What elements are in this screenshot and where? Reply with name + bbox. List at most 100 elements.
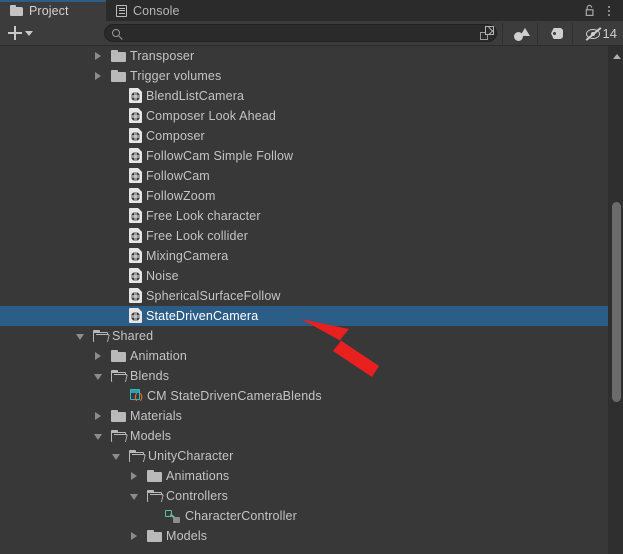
tree-row-label: Free Look collider	[146, 229, 249, 243]
tree-row[interactable]: BlendListCamera	[0, 86, 608, 106]
tree-row-label: MixingCamera	[146, 249, 229, 263]
toolbar-separator	[537, 23, 538, 44]
tree-row-label: Trigger volumes	[130, 69, 222, 83]
folder-open-icon	[111, 430, 128, 442]
tree-row-label: SphericalSurfaceFollow	[146, 289, 281, 303]
disclosure-triangle-closed-icon[interactable]	[95, 52, 101, 60]
disclosure-triangle-closed-icon[interactable]	[131, 532, 137, 540]
tree-row-label: FollowZoom	[146, 189, 216, 203]
tree-row-selected[interactable]: StateDrivenCamera	[0, 306, 608, 326]
tree-row-label: FollowCam Simple Follow	[146, 149, 294, 163]
tree-row[interactable]: Animations	[0, 466, 608, 486]
eye-off-icon	[585, 26, 602, 41]
tree-row[interactable]: Free Look character	[0, 206, 608, 226]
tab-strip: Project Console	[0, 0, 623, 21]
tree-row-label: UnityCharacter	[148, 449, 234, 463]
tree-row[interactable]: FollowZoom	[0, 186, 608, 206]
create-asset-button[interactable]	[5, 23, 41, 43]
folder-open-icon	[93, 330, 110, 342]
hidden-items-button[interactable]: 14	[585, 23, 621, 44]
tree-row[interactable]: Free Look collider	[0, 226, 608, 246]
tree-row-label: BlendListCamera	[146, 89, 245, 103]
chevron-down-icon	[25, 30, 33, 36]
unity-scene-icon	[129, 308, 142, 323]
tab-console-label: Console	[133, 3, 180, 18]
toolbar-separator	[572, 23, 573, 44]
toolbar-separator	[502, 23, 503, 44]
tree-row[interactable]: Models	[0, 426, 608, 446]
unity-scene-icon	[129, 148, 142, 163]
tree-row-label: Animation	[130, 349, 187, 363]
tree-row-label: Models	[130, 429, 172, 443]
disclosure-triangle-closed-icon[interactable]	[95, 352, 101, 360]
unity-scene-icon	[129, 128, 142, 143]
tree-row[interactable]: Animation	[0, 346, 608, 366]
unity-scene-icon	[129, 208, 142, 223]
unity-scene-icon	[129, 268, 142, 283]
disclosure-triangle-closed-icon[interactable]	[95, 412, 101, 420]
tree-row[interactable]: Noise	[0, 266, 608, 286]
tree-row-label: Animations	[166, 469, 230, 483]
open-padlock-icon[interactable]	[584, 4, 597, 17]
tree-row[interactable]: Controllers	[0, 486, 608, 506]
tree-row[interactable]: () CM StateDrivenCameraBlends	[0, 386, 608, 406]
kebab-menu-icon[interactable]	[603, 4, 615, 17]
folder-icon	[111, 70, 126, 82]
tree-row[interactable]: Materials	[0, 406, 608, 426]
project-asset-tree[interactable]: Transposer Trigger volumes BlendListCamera…	[0, 46, 608, 554]
folder-icon	[10, 5, 23, 16]
disclosure-triangle-open-icon[interactable]	[112, 454, 120, 460]
tree-row[interactable]: UnityCharacter	[0, 446, 608, 466]
tree-row-label: Noise	[146, 269, 179, 283]
search-field[interactable]	[104, 24, 497, 43]
project-toolbar: 14	[0, 21, 623, 46]
unity-scene-icon	[129, 168, 142, 183]
folder-icon	[147, 470, 162, 482]
vertical-scrollbar[interactable]	[608, 46, 623, 554]
disclosure-triangle-closed-icon[interactable]	[95, 72, 101, 80]
expand-search-icon[interactable]	[480, 26, 494, 40]
tree-row[interactable]: Transposer	[0, 46, 608, 66]
tree-row[interactable]: Composer	[0, 126, 608, 146]
tree-row[interactable]: Composer Look Ahead	[0, 106, 608, 126]
tree-row-label: Transposer	[130, 49, 195, 63]
tab-console[interactable]: Console	[106, 0, 224, 21]
tree-row[interactable]: MixingCamera	[0, 246, 608, 266]
disclosure-triangle-open-icon[interactable]	[94, 374, 102, 380]
tree-row-label: FollowCam	[146, 169, 210, 183]
scroll-up-arrow-icon[interactable]	[612, 54, 621, 59]
scrollbar-thumb[interactable]	[611, 202, 621, 402]
tree-row[interactable]: CharacterController	[0, 506, 608, 526]
disclosure-triangle-open-icon[interactable]	[130, 494, 138, 500]
plus-icon	[8, 26, 22, 40]
type-filter-icon[interactable]	[508, 23, 536, 44]
animator-controller-icon	[165, 510, 180, 523]
tree-row-label: CM StateDrivenCameraBlends	[147, 389, 322, 403]
unity-scene-icon	[129, 108, 142, 123]
disclosure-triangle-open-icon[interactable]	[94, 434, 102, 440]
tree-row-label: Models	[166, 529, 208, 543]
tree-row[interactable]: FollowCam	[0, 166, 608, 186]
folder-open-icon	[147, 490, 164, 502]
tree-row[interactable]: FollowCam Simple Follow	[0, 146, 608, 166]
tree-row-label: Shared	[112, 329, 154, 343]
disclosure-triangle-closed-icon[interactable]	[131, 472, 137, 480]
tree-row[interactable]: Models	[0, 526, 608, 546]
tree-row-label: Composer	[146, 129, 205, 143]
tab-project[interactable]: Project	[0, 0, 106, 21]
folder-open-icon	[111, 370, 128, 382]
tree-row[interactable]: Blends	[0, 366, 608, 386]
unity-scene-icon	[129, 188, 142, 203]
tree-row-label: StateDrivenCamera	[146, 309, 259, 323]
tree-row[interactable]: Shared	[0, 326, 608, 346]
unity-scene-icon	[129, 88, 142, 103]
search-input[interactable]	[125, 25, 479, 43]
tree-row[interactable]: SphericalSurfaceFollow	[0, 286, 608, 306]
label-filter-icon[interactable]	[543, 23, 571, 44]
disclosure-triangle-open-icon[interactable]	[76, 334, 84, 340]
tree-row-label: Free Look character	[146, 209, 261, 223]
tree-row[interactable]: Trigger volumes	[0, 66, 608, 86]
folder-icon	[147, 530, 162, 542]
folder-icon	[111, 350, 126, 362]
tree-row-label: Blends	[130, 369, 170, 383]
